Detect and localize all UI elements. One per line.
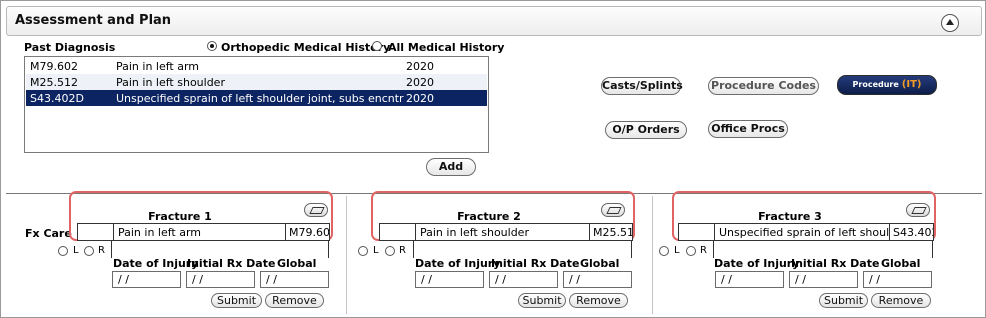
past-diagnosis-list[interactable]: M79.602 Pain in left arm 2020 M25.512 Pa… (24, 56, 489, 153)
fracture-3-global-input[interactable]: / / (863, 271, 932, 288)
fracture-3-description: Unspecified sprain of left should (716, 224, 890, 240)
global-label: Global (580, 257, 620, 270)
fracture-3-title: Fracture 3 (758, 210, 822, 223)
dx-code: M79.602 (30, 60, 78, 73)
dx-year: 2020 (406, 60, 434, 73)
side-right-label: R (399, 245, 406, 256)
initial-rx-date-label: Initial Rx Date (491, 257, 580, 270)
fracture-2-title: Fracture 2 (457, 210, 521, 223)
list-item[interactable]: M25.512 Pain in left shoulder 2020 (26, 74, 487, 90)
past-diagnosis-label: Past Diagnosis (24, 41, 116, 54)
global-label: Global (277, 257, 317, 270)
fracture-1-date-of-injury-input[interactable]: / / (112, 271, 181, 288)
radio-all-history-label: All Medical History (388, 41, 505, 54)
initial-rx-date-label: Initial Rx Date (187, 257, 276, 270)
fracture-2-global-input[interactable]: / / (563, 271, 632, 288)
section-header: Assessment and Plan (6, 6, 982, 36)
dx-year: 2020 (406, 76, 434, 89)
fracture-2-right-radio[interactable] (385, 246, 395, 256)
office-procs-button[interactable]: Office Procs (708, 120, 788, 138)
radio-orthopedic-history[interactable] (207, 41, 217, 51)
fracture-1-code: M79.60 (289, 226, 329, 239)
side-right-label: R (98, 245, 105, 256)
fracture-3-submit-button[interactable]: Submit (819, 293, 868, 308)
procedure-it-button[interactable]: Procedure (IT) (837, 75, 937, 95)
fracture-1-left-radio[interactable] (58, 246, 68, 256)
fracture-3-remove-button[interactable]: Remove (871, 293, 931, 308)
global-label: Global (881, 257, 921, 270)
list-item[interactable]: M79.602 Pain in left arm 2020 (26, 58, 487, 74)
fracture-2-description: Pain in left shoulder (417, 224, 590, 240)
add-button[interactable]: Add (426, 158, 476, 176)
fracture-3-code: S43.402 (893, 226, 933, 239)
procedure-codes-button[interactable]: Procedure Codes (708, 77, 819, 95)
column-separator (346, 196, 347, 314)
eraser-icon[interactable] (601, 203, 625, 217)
procedure-it-label: Procedure (852, 80, 899, 89)
fracture-3-date-of-injury-input[interactable]: / / (715, 271, 784, 288)
dx-code: S43.402D (30, 92, 84, 105)
fracture-1-submit-button[interactable]: Submit (211, 293, 262, 308)
assessment-plan-panel: Assessment and Plan Past Diagnosis Ortho… (0, 0, 986, 318)
fracture-1-row[interactable]: Pain in left arm M79.60 (77, 223, 330, 241)
fracture-2-left-radio[interactable] (358, 246, 368, 256)
fracture-3-left-radio[interactable] (659, 246, 669, 256)
fracture-1-global-input[interactable]: / / (260, 271, 329, 288)
date-of-injury-label: Date of Injury (415, 257, 501, 270)
dx-code: M25.512 (30, 76, 78, 89)
fx-care-label: Fx Care (25, 227, 72, 240)
initial-rx-date-label: Initial Rx Date (791, 257, 880, 270)
fracture-1-title: Fracture 1 (148, 210, 212, 223)
fracture-1-right-radio[interactable] (84, 246, 94, 256)
radio-orthopedic-history-label: Orthopedic Medical History (221, 41, 391, 54)
fracture-2-row[interactable]: Pain in left shoulder M25.51 (379, 223, 633, 241)
fracture-2-submit-button[interactable]: Submit (518, 293, 566, 308)
fracture-3-initial-rx-date-input[interactable]: / / (789, 271, 858, 288)
side-left-label: L (674, 245, 680, 256)
date-of-injury-label: Date of Injury (113, 257, 199, 270)
casts-splints-button[interactable]: Casts/Splints (601, 77, 683, 95)
radio-all-history[interactable] (372, 41, 382, 51)
eraser-icon[interactable] (906, 203, 930, 217)
fracture-1-initial-rx-date-input[interactable]: / / (186, 271, 255, 288)
fracture-2-date-of-injury-input[interactable]: / / (415, 271, 484, 288)
fracture-2-code: M25.51 (593, 226, 632, 239)
dx-description: Pain in left arm (116, 60, 200, 73)
column-separator (652, 196, 653, 314)
it-badge-icon: (IT) (901, 79, 922, 90)
collapse-up-icon[interactable] (941, 14, 959, 32)
fracture-1-description: Pain in left arm (115, 224, 286, 240)
dx-description: Pain in left shoulder (116, 76, 225, 89)
eraser-icon[interactable] (304, 203, 328, 217)
list-item-selected[interactable]: S43.402D Unspecified sprain of left shou… (26, 90, 487, 106)
side-right-label: R (700, 245, 707, 256)
fracture-3-row[interactable]: Unspecified sprain of left should S43.40… (678, 223, 934, 241)
date-of-injury-label: Date of Injury (714, 257, 800, 270)
side-left-label: L (373, 245, 379, 256)
fracture-1-remove-button[interactable]: Remove (265, 293, 324, 308)
section-title: Assessment and Plan (15, 13, 172, 28)
fracture-2-remove-button[interactable]: Remove (569, 293, 628, 308)
fracture-3-right-radio[interactable] (686, 246, 696, 256)
dx-description: Unspecified sprain of left shoulder join… (116, 92, 404, 105)
op-orders-button[interactable]: O/P Orders (605, 121, 687, 139)
fracture-2-initial-rx-date-input[interactable]: / / (489, 271, 558, 288)
dx-year: 2020 (406, 92, 434, 105)
side-left-label: L (73, 245, 79, 256)
